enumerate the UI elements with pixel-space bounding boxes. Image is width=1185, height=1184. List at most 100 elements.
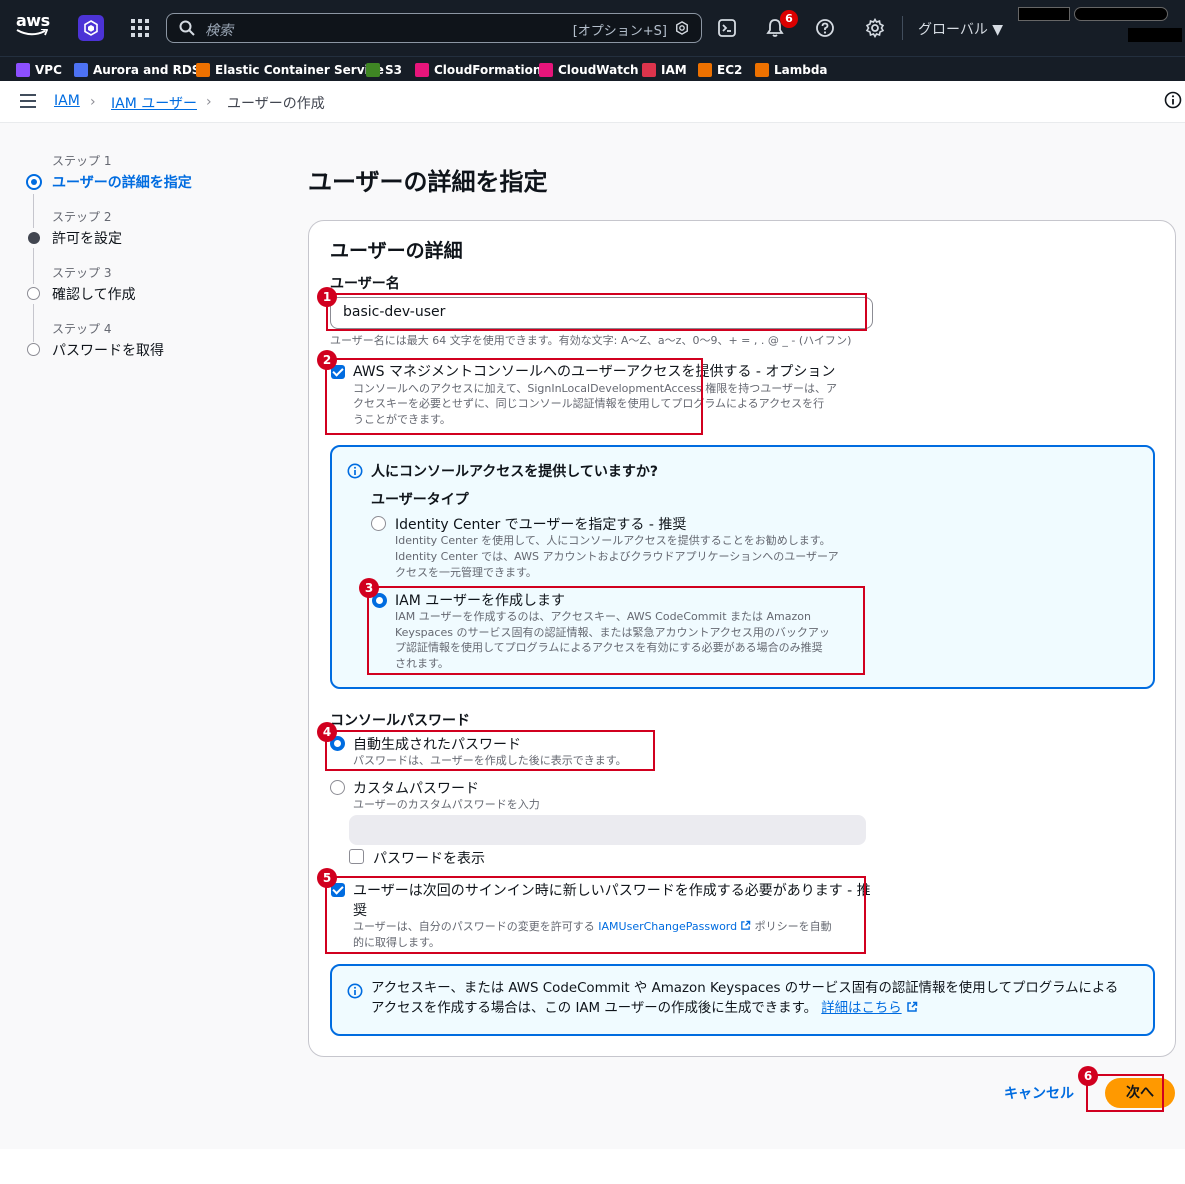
breadcrumb-iam-users[interactable]: IAM ユーザー xyxy=(111,93,197,113)
favorite-vpc[interactable]: VPC xyxy=(16,61,62,78)
step-2-label: ステップ 2 xyxy=(52,210,112,224)
page-footer-space xyxy=(0,1149,1185,1184)
favorite-cloudwatch[interactable]: CloudWatch xyxy=(539,61,639,78)
step-connector xyxy=(33,248,34,284)
step-4-label: ステップ 4 xyxy=(52,322,112,336)
ec2-icon xyxy=(698,62,712,77)
chevron-right-icon: › xyxy=(206,94,212,110)
custom-password-input[interactable] xyxy=(349,815,866,845)
step-4-indicator xyxy=(27,343,40,356)
annotation-number-3: 3 xyxy=(359,578,379,598)
search-bar[interactable]: 検索 [オプション+S] xyxy=(166,13,702,43)
region-selector[interactable]: グローバル ▼ xyxy=(918,19,1003,39)
s3-icon xyxy=(366,62,380,77)
nav-separator xyxy=(902,16,903,40)
custom-password-desc: ユーザーのカスタムパスワードを入力 xyxy=(353,798,540,811)
show-password-checkbox[interactable] xyxy=(349,849,364,864)
step-connector xyxy=(33,194,34,228)
external-link-icon xyxy=(906,1001,917,1012)
favorite-s3[interactable]: S3 xyxy=(366,61,402,78)
step-1-name[interactable]: ユーザーの詳細を指定 xyxy=(52,172,192,192)
learn-more-link[interactable]: 詳細はこちら xyxy=(821,1001,901,1016)
favorites-bar: VPC Aurora and RDS Elastic Container Ser… xyxy=(0,56,1185,81)
cloudwatch-icon xyxy=(539,62,553,77)
annotation-number-5: 5 xyxy=(317,868,337,888)
favorite-lambda[interactable]: Lambda xyxy=(755,61,828,78)
q-hexagon-icon xyxy=(676,21,688,35)
top-navigation: aws 検索 [オプション+S] 6 グローバル ▼ xyxy=(0,0,1185,56)
annotation-box-5 xyxy=(325,876,866,954)
aws-logo-text: aws xyxy=(16,11,50,30)
ecs-icon xyxy=(196,62,210,77)
cloudshell-terminal-icon[interactable] xyxy=(717,18,737,38)
menu-hamburger-icon[interactable] xyxy=(20,94,36,108)
annotation-number-2: 2 xyxy=(317,350,337,370)
chevron-right-icon: › xyxy=(90,94,96,110)
show-password-label[interactable]: パスワードを表示 xyxy=(373,848,485,868)
lambda-icon xyxy=(755,62,769,77)
step-3-label: ステップ 3 xyxy=(52,266,112,280)
notification-count-badge: 6 xyxy=(780,10,798,28)
info-icon xyxy=(347,463,363,479)
step-1-indicator xyxy=(26,174,42,190)
aws-smile-icon xyxy=(16,29,48,36)
identity-center-title[interactable]: Identity Center でユーザーを指定する - 推奨 xyxy=(395,514,686,534)
cloudformation-icon xyxy=(415,62,429,77)
access-key-info-line-1: アクセスキー、または AWS CodeCommit や Amazon Keysp… xyxy=(371,981,1119,996)
rds-icon xyxy=(74,62,88,77)
settings-gear-icon[interactable] xyxy=(865,18,885,38)
account-redacted-1[interactable] xyxy=(1018,7,1070,21)
annotation-box-2 xyxy=(325,358,703,435)
breadcrumb-iam[interactable]: IAM xyxy=(54,93,80,109)
identity-center-radio[interactable] xyxy=(371,516,386,531)
vpc-icon xyxy=(16,62,30,77)
access-key-info-line-2: アクセスを作成する場合は、この IAM ユーザーの作成後に生成できます。 詳細は… xyxy=(371,999,918,1019)
help-icon[interactable] xyxy=(815,18,835,38)
step-connector xyxy=(33,304,34,342)
custom-password-radio[interactable] xyxy=(330,780,345,795)
favorite-ecs[interactable]: Elastic Container Service xyxy=(196,61,384,78)
search-placeholder: 検索 xyxy=(205,23,233,39)
account-redacted-3 xyxy=(1128,28,1182,42)
services-grid-icon[interactable] xyxy=(131,19,149,37)
user-type-question: 人にコンソールアクセスを提供していますか? xyxy=(371,464,658,480)
annotation-number-6: 6 xyxy=(1078,1066,1098,1086)
console-password-label: コンソールパスワード xyxy=(330,713,470,729)
step-2-name: 許可を設定 xyxy=(52,231,122,247)
favorite-ec2[interactable]: EC2 xyxy=(698,61,742,78)
identity-center-desc-3: クセスを一元管理できます。 xyxy=(395,566,537,579)
search-shortcut: [オプション+S] xyxy=(572,24,667,39)
step-2-indicator xyxy=(28,232,40,244)
info-icon[interactable] xyxy=(1164,91,1182,109)
favorite-cloudformation[interactable]: CloudFormation xyxy=(415,61,541,78)
info-icon xyxy=(347,983,363,999)
breadcrumb-create-user: ユーザーの作成 xyxy=(227,96,325,112)
step-3-name: 確認して作成 xyxy=(52,287,136,303)
username-label: ユーザー名 xyxy=(330,276,400,292)
annotation-number-1: 1 xyxy=(317,287,337,307)
step-4-name: パスワードを取得 xyxy=(52,343,164,359)
breadcrumb-bar: IAM › IAM ユーザー › ユーザーの作成 xyxy=(0,81,1185,123)
identity-center-desc-1: Identity Center を使用して、人にコンソールアクセスを提供すること… xyxy=(395,534,831,547)
account-redacted-2[interactable] xyxy=(1074,7,1168,21)
container-title: ユーザーの詳細 xyxy=(330,240,463,262)
cancel-button[interactable]: キャンセル xyxy=(1004,1083,1074,1103)
step-3-indicator xyxy=(27,287,40,300)
annotation-box-3 xyxy=(367,586,865,675)
favorite-iam[interactable]: IAM xyxy=(642,61,687,78)
username-hint: ユーザー名には最大 64 文字を使用できます。有効な文字: A〜Z、a〜z、0〜… xyxy=(330,334,852,347)
annotation-number-4: 4 xyxy=(317,722,337,742)
step-1-label: ステップ 1 xyxy=(52,154,112,168)
annotation-box-6 xyxy=(1086,1074,1164,1112)
annotation-box-1 xyxy=(326,293,867,331)
annotation-box-4 xyxy=(325,730,655,771)
iam-icon xyxy=(642,62,656,77)
identity-center-desc-2: Identity Center では、AWS アカウントおよびクラウドアプリケー… xyxy=(395,550,839,563)
custom-password-title[interactable]: カスタムパスワード xyxy=(353,778,479,798)
aws-logo[interactable]: aws xyxy=(16,13,50,43)
user-type-label: ユーザータイプ xyxy=(371,492,469,508)
favorite-aurora-rds[interactable]: Aurora and RDS xyxy=(74,61,200,78)
cloudshell-cube-icon[interactable] xyxy=(78,15,104,41)
page-title: ユーザーの詳細を指定 xyxy=(308,168,548,196)
search-icon xyxy=(179,20,195,36)
